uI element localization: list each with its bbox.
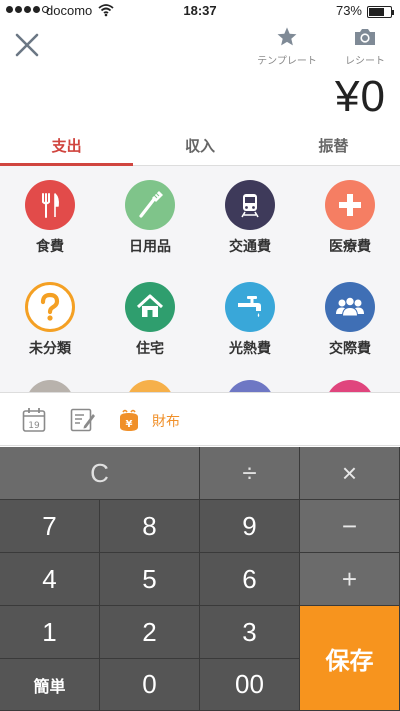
category-food[interactable]: 食費 bbox=[0, 180, 100, 256]
simple-mode-key[interactable]: 簡単 bbox=[0, 659, 100, 711]
calendar-icon: 19 bbox=[22, 408, 46, 432]
digit-4-key[interactable]: 4 bbox=[0, 553, 100, 606]
digit-3-key[interactable]: 3 bbox=[200, 606, 300, 659]
wallet-purse-icon: ¥ bbox=[120, 409, 138, 431]
save-button[interactable]: 保存 bbox=[300, 606, 400, 711]
category-label: 食費 bbox=[36, 239, 64, 255]
wallet-label[interactable]: 財布 bbox=[152, 411, 180, 431]
date-button[interactable]: 19 bbox=[22, 407, 48, 433]
type-tabs: 支出 収入 振替 bbox=[0, 130, 400, 166]
category-label: 医療費 bbox=[329, 239, 371, 255]
tab-expense[interactable]: 支出 bbox=[0, 130, 134, 166]
divide-key[interactable]: ÷ bbox=[200, 447, 300, 500]
category-label: 交通費 bbox=[229, 239, 271, 255]
amount-display: ¥0 bbox=[335, 72, 386, 121]
digit-1-key[interactable]: 1 bbox=[0, 606, 100, 659]
question-icon bbox=[25, 282, 75, 332]
digit-9-key[interactable]: 9 bbox=[200, 500, 300, 553]
category-partial-3[interactable] bbox=[226, 380, 274, 392]
tab-transfer[interactable]: 振替 bbox=[267, 130, 400, 165]
wallet-button[interactable]: ¥ bbox=[116, 407, 142, 433]
category-label: 交際費 bbox=[329, 341, 371, 357]
category-label: 日用品 bbox=[129, 239, 171, 255]
category-daily-goods[interactable]: 日用品 bbox=[100, 180, 200, 256]
people-icon bbox=[325, 282, 375, 332]
category-utilities[interactable]: 光熱費 bbox=[200, 282, 300, 358]
category-partial-1[interactable] bbox=[26, 380, 74, 392]
minus-key[interactable]: − bbox=[300, 500, 400, 553]
category-label: 光熱費 bbox=[229, 341, 271, 357]
receipt-button[interactable]: レシート bbox=[330, 26, 400, 67]
receipt-label: レシート bbox=[345, 56, 385, 67]
fork-knife-icon bbox=[25, 180, 75, 230]
digit-5-key[interactable]: 5 bbox=[100, 553, 200, 606]
template-label: テンプレート bbox=[257, 56, 317, 67]
battery-percent: 73% bbox=[335, 3, 362, 18]
entry-tools-bar: 19 ¥ 財布 bbox=[0, 392, 400, 446]
clear-key[interactable]: C bbox=[0, 447, 200, 500]
digit-7-key[interactable]: 7 bbox=[0, 500, 100, 553]
status-bar: docomo 18:37 73% bbox=[0, 0, 400, 24]
tab-income[interactable]: 収入 bbox=[133, 130, 266, 165]
close-icon bbox=[15, 33, 39, 57]
category-social[interactable]: 交際費 bbox=[300, 282, 400, 358]
camera-icon bbox=[355, 29, 375, 45]
category-label: 未分類 bbox=[29, 341, 71, 357]
category-uncategorized[interactable]: 未分類 bbox=[0, 282, 100, 358]
template-button[interactable]: テンプレート bbox=[252, 26, 322, 67]
calendar-day: 19 bbox=[28, 421, 40, 431]
category-partial-2[interactable] bbox=[126, 380, 174, 392]
train-icon bbox=[225, 180, 275, 230]
memo-edit-icon bbox=[70, 408, 95, 432]
digit-0-key[interactable]: 0 bbox=[100, 659, 200, 711]
category-medical[interactable]: 医療費 bbox=[300, 180, 400, 256]
category-partial-4[interactable] bbox=[326, 380, 374, 392]
digit-8-key[interactable]: 8 bbox=[100, 500, 200, 553]
toothbrush-icon bbox=[125, 180, 175, 230]
category-transport[interactable]: 交通費 bbox=[200, 180, 300, 256]
faucet-icon bbox=[225, 282, 275, 332]
battery-icon bbox=[367, 6, 394, 18]
digit-6-key[interactable]: 6 bbox=[200, 553, 300, 606]
category-label: 住宅 bbox=[136, 341, 164, 357]
close-button[interactable] bbox=[12, 30, 42, 60]
plus-key[interactable]: + bbox=[300, 553, 400, 606]
medical-cross-icon bbox=[325, 180, 375, 230]
digit-2-key[interactable]: 2 bbox=[100, 606, 200, 659]
category-grid: 食費 日用品 交通費 医療費 未分類 住宅 光熱費 交際費 bbox=[0, 166, 400, 392]
multiply-key[interactable]: × bbox=[300, 447, 400, 500]
battery-fill bbox=[369, 8, 384, 16]
wallet-symbol: ¥ bbox=[126, 419, 133, 430]
category-housing[interactable]: 住宅 bbox=[100, 282, 200, 358]
house-icon bbox=[125, 282, 175, 332]
memo-button[interactable] bbox=[70, 407, 96, 433]
double-zero-key[interactable]: 00 bbox=[200, 659, 300, 711]
calculator-keypad: C ÷ × 7 8 9 − 4 5 6 + 1 2 3 保存 簡単 0 00 bbox=[0, 447, 400, 711]
star-icon bbox=[277, 27, 297, 46]
